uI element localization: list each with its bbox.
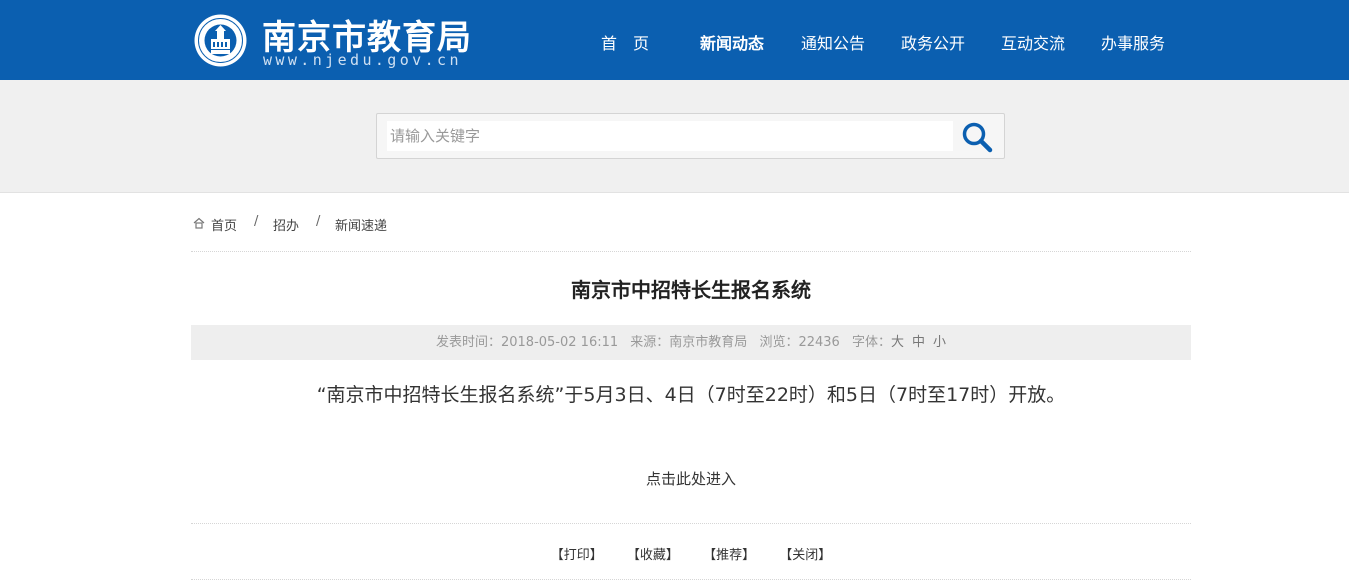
- font-large-button[interactable]: 大: [891, 335, 904, 350]
- view-count: 浏览：22436: [759, 335, 840, 350]
- nav-services[interactable]: 办事服务: [1101, 30, 1165, 54]
- breadcrumb-separator: /: [316, 214, 321, 229]
- search-box: [376, 113, 1005, 159]
- article-actions: 【打印】 【收藏】 【推荐】 【关闭】: [191, 544, 1191, 563]
- search-input[interactable]: [387, 121, 953, 151]
- nav-home[interactable]: 首 页: [601, 30, 649, 54]
- breadcrumb-separator: /: [254, 214, 259, 229]
- print-button[interactable]: 【打印】: [551, 548, 603, 563]
- publish-time: 发表时间：2018-05-02 16:11: [435, 335, 619, 350]
- nanjing-education-emblem-icon[interactable]: [193, 12, 248, 69]
- article-source: 来源：南京市教育局: [630, 335, 748, 350]
- font-small-button[interactable]: 小: [933, 335, 946, 350]
- breadcrumb-home[interactable]: 首页: [211, 215, 237, 234]
- enter-system-link[interactable]: 点击此处进入: [646, 470, 736, 488]
- breadcrumb-news-express[interactable]: 新闻速递: [335, 215, 387, 234]
- nav-government-affairs[interactable]: 政务公开: [901, 30, 965, 54]
- article-meta: 发表时间：2018-05-02 16:11 来源：南京市教育局 浏览：22436…: [191, 325, 1191, 360]
- search-band: [0, 80, 1349, 193]
- article-title: 南京市中招特长生报名系统: [571, 278, 811, 302]
- site-header: 南京市教育局 www.njedu.gov.cn 首 页 新闻动态 通知公告 政务…: [0, 0, 1349, 80]
- divider: [191, 523, 1191, 524]
- enter-link-row: 点击此处进入: [191, 468, 1191, 489]
- font-medium-button[interactable]: 中: [912, 335, 925, 350]
- close-button[interactable]: 【关闭】: [779, 548, 831, 563]
- article-body: “南京市中招特长生报名系统”于5月3日、4日（7时至22时）和5日（7时至17时…: [316, 384, 1066, 406]
- home-icon: [193, 217, 205, 229]
- favorite-button[interactable]: 【收藏】: [627, 548, 679, 563]
- font-size-label: 字体：: [851, 335, 891, 350]
- search-icon: [962, 122, 993, 153]
- nav-interaction[interactable]: 互动交流: [1001, 30, 1065, 54]
- divider: [191, 579, 1191, 580]
- search-button[interactable]: [957, 120, 997, 154]
- nav-notices[interactable]: 通知公告: [801, 30, 865, 54]
- site-url: www.njedu.gov.cn: [263, 51, 462, 69]
- nav-news[interactable]: 新闻动态: [700, 30, 764, 54]
- divider: [191, 251, 1191, 252]
- breadcrumb-admissions[interactable]: 招办: [273, 215, 299, 234]
- recommend-button[interactable]: 【推荐】: [703, 548, 755, 563]
